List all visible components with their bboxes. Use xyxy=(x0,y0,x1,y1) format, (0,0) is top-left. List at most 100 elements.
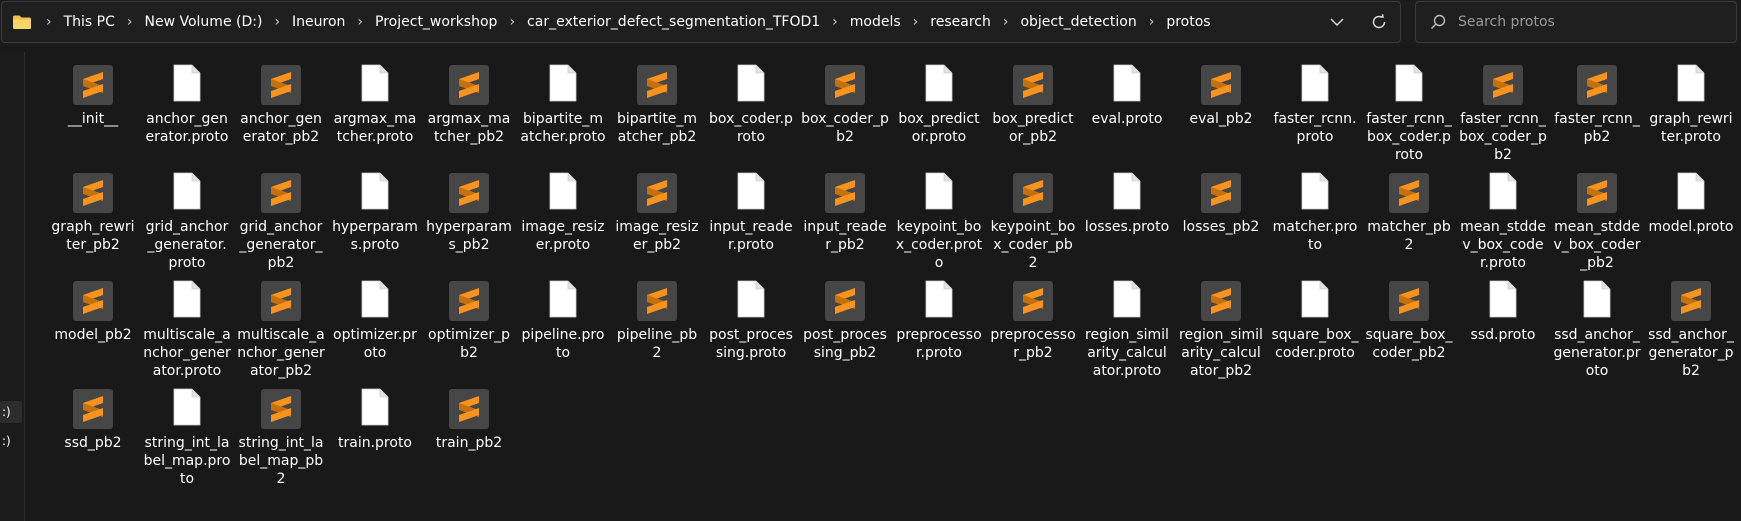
file-item[interactable]: hyperparams_pb2 xyxy=(422,170,516,278)
chevron-right-icon[interactable]: › xyxy=(824,14,846,30)
file-item[interactable]: model.proto xyxy=(1644,170,1738,278)
file-item[interactable]: square_box_coder.proto xyxy=(1268,278,1362,386)
address-bar[interactable]: › This PC › New Volume (D:) › Ineuron › Projec… xyxy=(1,1,1401,43)
file-item[interactable]: mean_stddev_box_coder.proto xyxy=(1456,170,1550,278)
breadcrumb-item[interactable]: object_detection xyxy=(1016,14,1140,30)
file-item[interactable]: hyperparams.proto xyxy=(328,170,422,278)
file-item[interactable]: graph_rewriter_pb2 xyxy=(46,170,140,278)
file-name: box_coder.proto xyxy=(709,111,793,145)
file-name: grid_anchor_generator_pb2 xyxy=(239,219,323,271)
breadcrumb-item[interactable]: research xyxy=(926,14,995,30)
file-name: image_resizer_pb2 xyxy=(615,219,699,253)
file-item[interactable]: keypoint_box_coder.proto xyxy=(892,170,986,278)
file-item[interactable]: matcher.proto xyxy=(1268,170,1362,278)
chevron-right-icon[interactable]: › xyxy=(38,14,60,30)
file-item[interactable]: pipeline_pb2 xyxy=(610,278,704,386)
file-item[interactable]: model_pb2 xyxy=(46,278,140,386)
file-item[interactable]: string_int_label_map_pb2 xyxy=(234,386,328,494)
sublime-file-icon xyxy=(1013,65,1053,105)
file-name: faster_rcnn_box_coder_pb2 xyxy=(1459,111,1547,163)
file-name: faster_rcnn_pb2 xyxy=(1554,111,1640,145)
file-item[interactable]: faster_rcnn.proto xyxy=(1268,62,1362,170)
chevron-right-icon[interactable]: › xyxy=(501,14,523,30)
file-item[interactable]: bipartite_matcher.proto xyxy=(516,62,610,170)
file-item[interactable]: preprocessor.proto xyxy=(892,278,986,386)
file-name: multiscale_anchor_generator.proto xyxy=(143,327,231,379)
chevron-right-icon[interactable]: › xyxy=(1141,14,1163,30)
search-box[interactable] xyxy=(1415,1,1737,43)
file-item[interactable]: preprocessor_pb2 xyxy=(986,278,1080,386)
file-item[interactable]: ssd_anchor_generator_pb2 xyxy=(1644,278,1738,386)
file-item[interactable]: multiscale_anchor_generator.proto xyxy=(140,278,234,386)
file-item[interactable]: input_reader_pb2 xyxy=(798,170,892,278)
file-item[interactable]: faster_rcnn_pb2 xyxy=(1550,62,1644,170)
file-item[interactable]: ssd_anchor_generator.proto xyxy=(1550,278,1644,386)
sublime-file-icon xyxy=(261,173,301,213)
file-item[interactable]: keypoint_box_coder_pb2 xyxy=(986,170,1080,278)
file-item[interactable]: box_predictor_pb2 xyxy=(986,62,1080,170)
file-item[interactable]: eval_pb2 xyxy=(1174,62,1268,170)
file-item[interactable]: graph_rewriter.proto xyxy=(1644,62,1738,170)
file-item[interactable]: pipeline.proto xyxy=(516,278,610,386)
sublime-file-icon xyxy=(449,65,489,105)
breadcrumb-item[interactable]: models xyxy=(846,14,905,30)
file-item[interactable]: mean_stddev_box_coder_pb2 xyxy=(1550,170,1644,278)
file-item[interactable]: optimizer.proto xyxy=(328,278,422,386)
chevron-right-icon[interactable]: › xyxy=(995,14,1017,30)
file-item[interactable]: box_predictor.proto xyxy=(892,62,986,170)
document-file-icon xyxy=(549,64,577,106)
file-item[interactable]: argmax_matcher.proto xyxy=(328,62,422,170)
file-item[interactable]: losses_pb2 xyxy=(1174,170,1268,278)
file-item[interactable]: string_int_label_map.proto xyxy=(140,386,234,494)
breadcrumb-item[interactable]: This PC xyxy=(60,14,119,30)
file-item[interactable]: bipartite_matcher_pb2 xyxy=(610,62,704,170)
file-item[interactable]: anchor_generator.proto xyxy=(140,62,234,170)
chevron-right-icon[interactable]: › xyxy=(266,14,288,30)
breadcrumb-item[interactable]: car_exterior_defect_segmentation_TFOD1 xyxy=(523,14,824,30)
file-item[interactable]: faster_rcnn_box_coder.proto xyxy=(1362,62,1456,170)
document-file-icon xyxy=(1489,280,1517,322)
file-item[interactable]: faster_rcnn_box_coder_pb2 xyxy=(1456,62,1550,170)
file-item[interactable]: grid_anchor_generator.proto xyxy=(140,170,234,278)
file-item[interactable]: region_similarity_calculator.proto xyxy=(1080,278,1174,386)
file-item[interactable]: region_similarity_calculator_pb2 xyxy=(1174,278,1268,386)
breadcrumb-item[interactable]: Project_workshop xyxy=(371,14,501,30)
breadcrumb-item[interactable]: New Volume (D:) xyxy=(141,14,267,30)
file-item[interactable]: ssd.proto xyxy=(1456,278,1550,386)
navigation-pane[interactable]: :) :) xyxy=(0,52,25,521)
file-item[interactable]: box_coder_pb2 xyxy=(798,62,892,170)
file-item[interactable]: eval.proto xyxy=(1080,62,1174,170)
chevron-right-icon[interactable]: › xyxy=(349,14,371,30)
file-name: faster_rcnn_box_coder.proto xyxy=(1366,111,1452,163)
file-item[interactable]: square_box_coder_pb2 xyxy=(1362,278,1456,386)
breadcrumb-item[interactable]: Ineuron xyxy=(288,14,349,30)
file-item[interactable]: multiscale_anchor_generator_pb2 xyxy=(234,278,328,386)
chevron-right-icon[interactable]: › xyxy=(119,14,141,30)
file-item[interactable]: ssd_pb2 xyxy=(46,386,140,494)
file-name: preprocessor_pb2 xyxy=(990,327,1076,361)
file-item[interactable]: image_resizer.proto xyxy=(516,170,610,278)
file-item[interactable]: grid_anchor_generator_pb2 xyxy=(234,170,328,278)
file-item[interactable]: input_reader.proto xyxy=(704,170,798,278)
file-item[interactable]: __init__ xyxy=(46,62,140,170)
file-item[interactable]: train_pb2 xyxy=(422,386,516,494)
file-name: ssd_anchor_generator_pb2 xyxy=(1648,327,1734,379)
file-item[interactable]: losses.proto xyxy=(1080,170,1174,278)
file-item[interactable]: box_coder.proto xyxy=(704,62,798,170)
chevron-right-icon[interactable]: › xyxy=(905,14,927,30)
history-dropdown-button[interactable] xyxy=(1316,2,1358,42)
file-item[interactable]: matcher_pb2 xyxy=(1362,170,1456,278)
file-item[interactable]: post_processing.proto xyxy=(704,278,798,386)
file-item[interactable]: anchor_generator_pb2 xyxy=(234,62,328,170)
search-input[interactable] xyxy=(1456,13,1720,31)
file-item[interactable]: post_processing_pb2 xyxy=(798,278,892,386)
file-item[interactable]: optimizer_pb2 xyxy=(422,278,516,386)
file-item[interactable]: train.proto xyxy=(328,386,422,494)
nav-drive-item[interactable]: :) xyxy=(0,430,22,452)
breadcrumb-item[interactable]: protos xyxy=(1162,14,1214,30)
sublime-file-icon xyxy=(449,389,489,429)
file-item[interactable]: argmax_matcher_pb2 xyxy=(422,62,516,170)
file-item[interactable]: image_resizer_pb2 xyxy=(610,170,704,278)
refresh-button[interactable] xyxy=(1358,2,1400,42)
nav-drive-item[interactable]: :) xyxy=(0,401,22,423)
